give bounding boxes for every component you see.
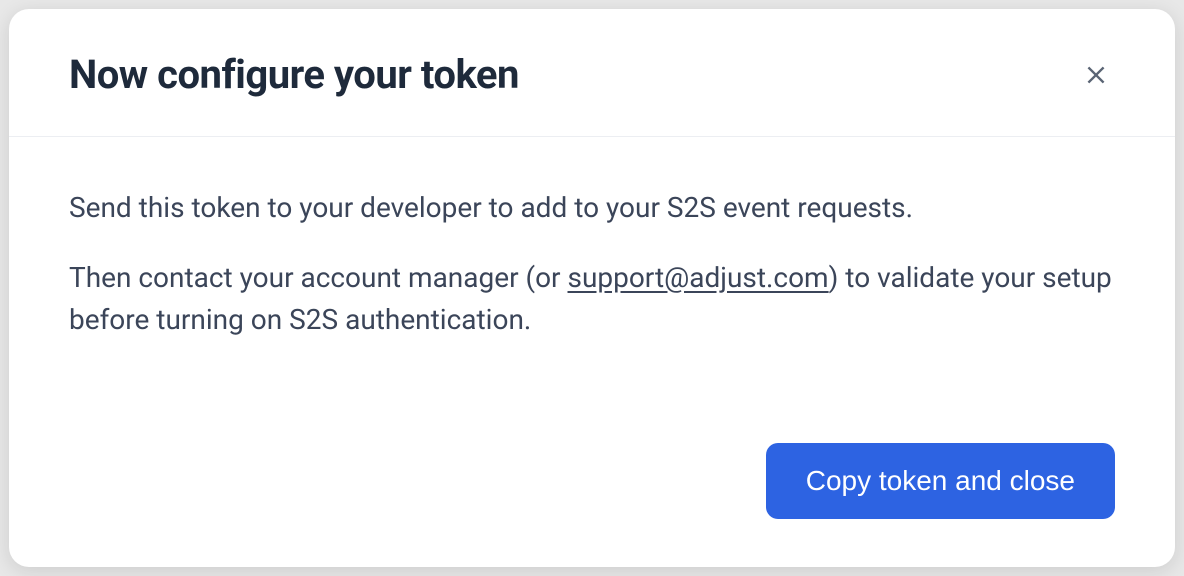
modal-body: Send this token to your developer to add… (9, 137, 1175, 443)
copy-token-and-close-button[interactable]: Copy token and close (766, 443, 1115, 519)
modal-footer: Copy token and close (9, 443, 1175, 567)
close-icon (1083, 62, 1109, 88)
configure-token-modal: Now configure your token Send this token… (9, 9, 1175, 567)
instruction-line-2: Then contact your account manager (or su… (69, 257, 1115, 341)
modal-header: Now configure your token (9, 9, 1175, 137)
support-email-link[interactable]: support@adjust.com (568, 261, 829, 294)
instruction-line-1: Send this token to your developer to add… (69, 187, 1115, 229)
instruction-line-2-pre: Then contact your account manager (or (69, 261, 568, 294)
modal-title: Now configure your token (69, 51, 519, 98)
close-button[interactable] (1077, 56, 1115, 94)
